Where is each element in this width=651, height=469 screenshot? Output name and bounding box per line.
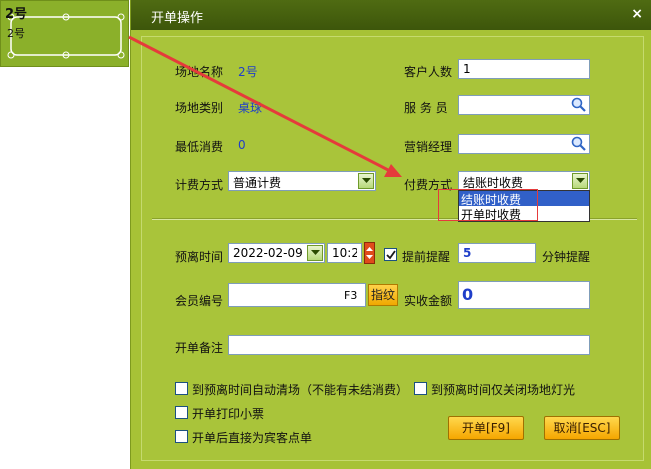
waiter-search-icon[interactable] — [570, 96, 588, 114]
chevron-down-icon[interactable] — [358, 173, 374, 189]
table-subtitle: 2号 — [7, 27, 25, 40]
close-icon[interactable]: × — [631, 6, 643, 22]
fingerprint-button[interactable]: 指纹 — [368, 284, 398, 306]
waiter-label: 服 务 员 — [404, 101, 448, 115]
note-label: 开单备注 — [175, 341, 224, 355]
dialog-body: 场地名称 2号 客户人数 场地类别 桌球 服 务 员 最低消费 0 营销经理 计… — [141, 36, 644, 461]
chevron-down-icon[interactable] — [307, 245, 323, 261]
dialog-title: 开单操作 — [151, 11, 204, 26]
billing-mode-value: 普通计费 — [233, 176, 282, 190]
remind-minutes-input[interactable] — [458, 243, 536, 263]
cancel-button[interactable]: 取消[ESC] — [544, 416, 620, 440]
actual-amount-value: 0 — [462, 285, 474, 304]
open-order-button[interactable]: 开单[F9] — [448, 416, 524, 440]
table-thumbnail[interactable]: 2号 2号 — [0, 0, 129, 67]
sales-manager-label: 营销经理 — [404, 140, 453, 154]
member-no-label: 会员编号 — [175, 294, 224, 308]
customer-count-input[interactable] — [458, 59, 590, 79]
customer-count-label: 客户人数 — [404, 65, 453, 79]
auto-clear-checkbox[interactable] — [175, 382, 188, 395]
leave-date-picker[interactable]: 2022-02-09 — [228, 243, 325, 263]
open-order-dialog: 开单操作 × 场地名称 2号 客户人数 场地类别 桌球 服 务 员 最低消费 0… — [130, 0, 651, 469]
remind-unit-label: 分钟提醒 — [542, 250, 591, 264]
lights-off-label: 到预离时间仅关闭场地灯光 — [431, 383, 576, 397]
leave-date-value: 2022-02-09 — [233, 246, 303, 260]
billing-mode-label: 计费方式 — [175, 178, 224, 192]
annotation-box — [438, 189, 538, 221]
table-title: 2号 — [5, 7, 28, 22]
remind-label: 提前提醒 — [402, 250, 451, 264]
payment-mode-select[interactable]: 结账时收费 — [458, 171, 590, 191]
actual-amount-field[interactable]: 0 — [458, 281, 590, 309]
note-input[interactable] — [228, 335, 590, 355]
chevron-down-icon[interactable] — [572, 173, 588, 189]
actual-amount-label: 实收金额 — [404, 294, 453, 308]
remind-checkbox[interactable] — [384, 248, 397, 261]
venue-type-label: 场地类别 — [175, 101, 224, 115]
dialog-titlebar[interactable]: 开单操作 × — [131, 0, 651, 30]
time-spinner[interactable] — [364, 242, 375, 264]
min-spend-label: 最低消费 — [175, 140, 224, 154]
auto-clear-label: 到预离时间自动清场（不能有未结消费） — [192, 383, 409, 397]
venue-type-value: 桌球 — [238, 101, 263, 115]
print-ticket-label: 开单打印小票 — [192, 407, 265, 421]
leave-time-label: 预离时间 — [175, 250, 224, 264]
billing-mode-select[interactable]: 普通计费 — [228, 171, 376, 191]
venue-name-label: 场地名称 — [175, 65, 224, 79]
sales-manager-search-icon[interactable] — [570, 135, 588, 153]
leave-time-input[interactable] — [327, 243, 362, 263]
order-for-guest-label: 开单后直接为宾客点单 — [192, 431, 313, 445]
order-for-guest-checkbox[interactable] — [175, 430, 188, 443]
min-spend-value: 0 — [238, 138, 246, 152]
lights-off-checkbox[interactable] — [414, 382, 427, 395]
venue-name-value: 2号 — [238, 65, 258, 79]
f3-shortcut: F3 — [344, 289, 358, 302]
print-ticket-checkbox[interactable] — [175, 406, 188, 419]
